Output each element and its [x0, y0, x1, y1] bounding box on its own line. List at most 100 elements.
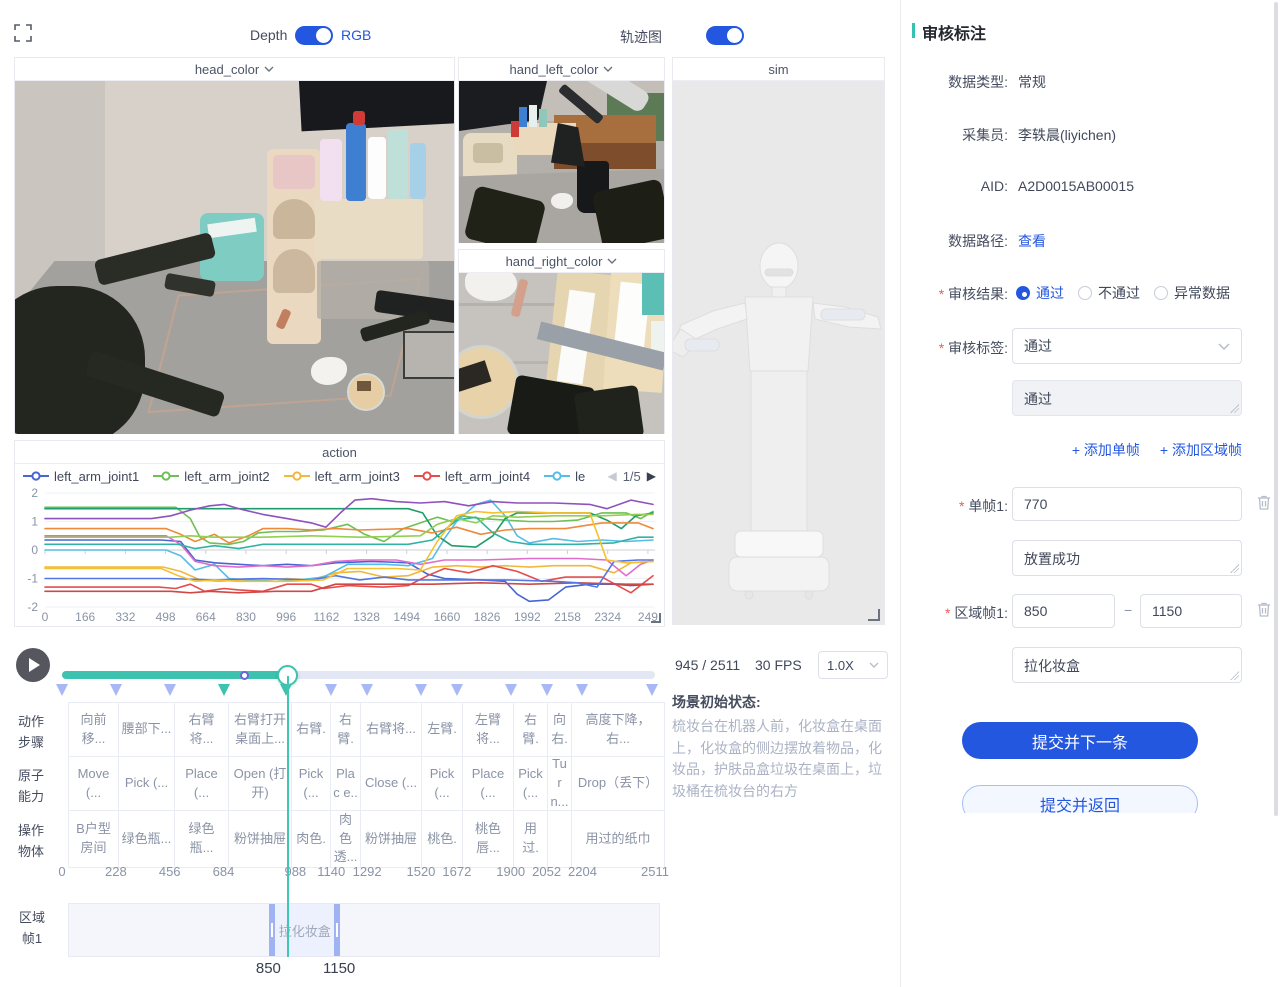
step-column-11[interactable]: 向右.Tur n...	[548, 703, 572, 867]
resize-handle-icon[interactable]	[868, 609, 880, 621]
step-column-12[interactable]: 高度下降，右...Drop（丢下）用过的纸巾	[572, 703, 664, 867]
head-color-header[interactable]: head_color	[15, 58, 454, 81]
tube-green	[388, 129, 408, 199]
svg-text:1162: 1162	[313, 610, 339, 624]
step-column-1[interactable]: 向前移...Move (...B户型房间	[69, 703, 119, 867]
single-frame-dot[interactable]	[240, 671, 249, 680]
textarea-resize-icon[interactable]	[1230, 671, 1239, 680]
legend-item-le[interactable]: le	[544, 469, 585, 484]
region-frame-note[interactable]: 拉化妆盒	[1012, 647, 1242, 683]
textarea-resize-icon[interactable]	[1230, 404, 1239, 413]
svg-text:2: 2	[31, 488, 38, 500]
step-column-10[interactable]: 右臂.Pick (...用过.	[514, 703, 548, 867]
play-button[interactable]	[16, 648, 50, 682]
step-column-3[interactable]: 右臂将...Place (...绿色瓶...	[175, 703, 229, 867]
legend-label: left_arm_joint1	[54, 469, 139, 484]
submit-next-button[interactable]: 提交并下一条	[962, 722, 1198, 759]
action-chart-plot[interactable]: 210-1-2016633249866483099611621328149416…	[15, 488, 664, 626]
legend-item-left_arm_joint3[interactable]: left_arm_joint3	[284, 469, 400, 484]
review-tag-select[interactable]: 通过	[1012, 328, 1242, 364]
step-marker[interactable]	[164, 684, 176, 696]
step-column-8[interactable]: 左臂.Pick (...桃色.	[422, 703, 463, 867]
step-marker[interactable]	[56, 684, 68, 696]
step-marker[interactable]	[415, 684, 427, 696]
delete-single-frame-icon[interactable]	[1256, 494, 1272, 511]
region-end-input[interactable]: 1150	[1140, 594, 1242, 628]
region-start-label: 850	[256, 960, 281, 977]
chevron-down-icon	[607, 258, 617, 264]
step-marker[interactable]	[576, 684, 588, 696]
step-marker[interactable]	[541, 684, 553, 696]
step-column-9[interactable]: 左臂将...Place (...桃色唇...	[463, 703, 514, 867]
review-result-radios: 通过不通过异常数据	[1016, 283, 1230, 303]
step-cell-action: 向前移...	[69, 703, 118, 757]
add-single-frame-link[interactable]: + 添加单帧	[1072, 440, 1140, 460]
legend-label: left_arm_joint4	[445, 469, 530, 484]
radio-icon[interactable]	[1078, 286, 1092, 300]
step-cell-skill: Pick (...	[514, 757, 547, 811]
head-color-video[interactable]	[15, 81, 454, 434]
single-frame-note[interactable]: 放置成功	[1012, 540, 1242, 576]
frame-tick: 1292	[353, 864, 382, 879]
step-marker[interactable]	[110, 684, 122, 696]
step-cell-skill: Pick (...	[292, 757, 330, 811]
data-type-value: 常规	[1018, 72, 1046, 92]
depth-rgb-toggle[interactable]	[295, 26, 333, 45]
hand-left-title: hand_left_color	[510, 62, 599, 77]
submit-back-button[interactable]: 提交并返回	[962, 785, 1198, 813]
step-column-7[interactable]: 右臂将...Close (...粉饼抽屉	[361, 703, 422, 867]
add-frame-links: + 添加单帧 + 添加区域帧	[1012, 440, 1242, 460]
radio-option-异常数据[interactable]: 异常数据	[1154, 283, 1230, 303]
data-path-link[interactable]: 查看	[1018, 231, 1046, 251]
resize-handle-icon[interactable]	[651, 613, 661, 623]
region-end-label: 1150	[323, 960, 355, 977]
hand-left-video[interactable]	[459, 81, 664, 243]
speed-select[interactable]: 1.0X	[818, 651, 888, 679]
region-start-input[interactable]: 850	[1012, 594, 1115, 628]
sim-panel: sim	[672, 57, 885, 625]
add-region-frame-link[interactable]: + 添加区域帧	[1160, 440, 1242, 460]
review-tag-note[interactable]: 通过	[1012, 380, 1242, 416]
radio-icon[interactable]	[1154, 286, 1168, 300]
frame-tick: 456	[159, 864, 181, 879]
radio-selected-icon[interactable]	[1016, 286, 1030, 300]
play-icon	[29, 658, 40, 672]
review-result-label: 审核结果:	[880, 284, 1008, 304]
review-scrollbar[interactable]	[1274, 2, 1278, 816]
step-column-6[interactable]: 右臂.Plac e..肉色透...	[331, 703, 361, 867]
step-marker[interactable]	[361, 684, 373, 696]
sim-header[interactable]: sim	[673, 58, 884, 81]
hand-left-header[interactable]: hand_left_color	[459, 58, 664, 81]
textarea-resize-icon[interactable]	[1230, 564, 1239, 573]
step-marker[interactable]	[451, 684, 463, 696]
fullscreen-icon[interactable]	[14, 24, 32, 42]
step-marker[interactable]	[325, 684, 337, 696]
delete-region-frame-icon[interactable]	[1256, 601, 1272, 618]
legend-item-left_arm_joint4[interactable]: left_arm_joint4	[414, 469, 530, 484]
legend-next-icon[interactable]: ▶	[647, 469, 656, 483]
step-column-5[interactable]: 右臂.Pick (...肉色.	[292, 703, 331, 867]
playhead-line[interactable]	[287, 676, 289, 957]
hand-right-header[interactable]: hand_right_color	[459, 250, 664, 273]
step-marker[interactable]	[505, 684, 517, 696]
legend-item-left_arm_joint1[interactable]: left_arm_joint1	[23, 469, 139, 484]
legend-page-text: 1/5	[623, 469, 641, 484]
sim-viewport[interactable]	[673, 81, 884, 625]
single-frame-input[interactable]: 770	[1012, 487, 1242, 521]
legend-prev-icon[interactable]: ◀	[607, 469, 616, 483]
step-marker[interactable]	[646, 684, 658, 696]
radio-option-通过[interactable]: 通过	[1016, 283, 1064, 303]
tv-corner	[299, 81, 454, 131]
chevron-down-icon	[603, 66, 613, 72]
step-column-4[interactable]: 右臂打开桌面上...Open (打开)粉饼抽屉	[229, 703, 292, 867]
step-column-2[interactable]: 腰部下...Pick (...绿色瓶...	[119, 703, 175, 867]
region-track[interactable]: 拉化妆盒	[68, 903, 660, 957]
sim-robot	[673, 81, 884, 625]
step-marker[interactable]	[218, 684, 230, 696]
trajectory-toggle[interactable]	[706, 26, 744, 45]
radio-option-不通过[interactable]: 不通过	[1078, 283, 1140, 303]
hand-right-video[interactable]	[459, 273, 664, 434]
tube-white	[368, 137, 386, 199]
legend-item-left_arm_joint2[interactable]: left_arm_joint2	[153, 469, 269, 484]
region-block[interactable]: 拉化妆盒	[269, 904, 340, 956]
